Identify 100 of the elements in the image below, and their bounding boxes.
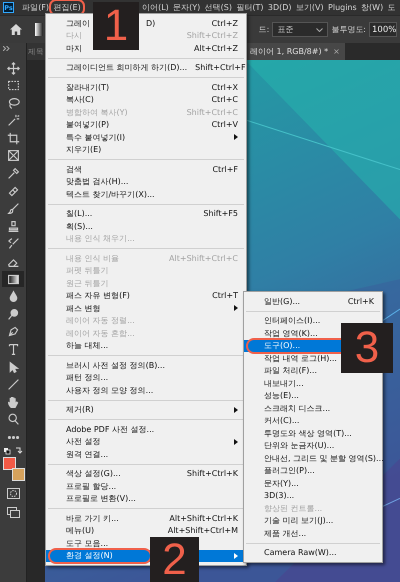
menu-item[interactable]: 내보내기... xyxy=(244,377,306,390)
magic-wand-icon xyxy=(6,114,20,128)
menu-item[interactable]: 3D(3)... xyxy=(244,490,296,502)
frame-icon xyxy=(6,149,20,162)
menu-item[interactable]: 패스 자유 변형(F) Ctrl+T xyxy=(46,290,246,302)
menu-item[interactable]: 패턴 정의... xyxy=(46,372,110,384)
step-number: 2 xyxy=(150,537,199,582)
swap-colors-icon[interactable] xyxy=(3,447,23,456)
menu-item[interactable]: 패스 변형 xyxy=(46,302,246,314)
submenu-arrow-icon xyxy=(234,134,238,140)
menu-item[interactable]: 제품 개선... xyxy=(244,527,308,540)
screen-mode-icon[interactable] xyxy=(6,507,20,518)
step-number: 3 xyxy=(341,323,393,373)
menu-item[interactable]: 붙여넣기(P) Ctrl+V xyxy=(46,118,246,131)
menu-title[interactable]: 이어(L) xyxy=(140,2,171,13)
menu-title[interactable]: 3D(D) xyxy=(266,3,294,12)
lollipop-icon xyxy=(6,308,20,321)
shortcut-text: Ctrl+V xyxy=(210,120,238,130)
type-tool-icon xyxy=(6,343,20,356)
gradient-swatch[interactable] xyxy=(35,23,43,36)
menu-item[interactable]: 문자(Y)... xyxy=(244,477,301,490)
menu-item[interactable]: 안내선, 그리드 및 분할 영역(S)... xyxy=(244,452,386,464)
menu-item[interactable]: 하늘 대체... xyxy=(46,340,110,352)
hand-icon xyxy=(6,396,20,409)
menu-item[interactable]: 작업 내역 로그(H)... xyxy=(244,352,339,364)
cross-arrows-icon xyxy=(6,62,20,74)
menu-item[interactable]: 프로필 할당... xyxy=(46,480,118,492)
collapse-icon[interactable] xyxy=(3,46,10,51)
quick-mask-icon[interactable] xyxy=(6,488,20,500)
opacity-field[interactable]: 100% xyxy=(369,22,397,37)
crop-icon xyxy=(6,132,20,145)
home-icon[interactable] xyxy=(10,24,22,35)
background-color-swatch[interactable] xyxy=(12,468,25,482)
menu-item[interactable]: 파일 처리(F)... xyxy=(244,364,320,377)
dashed-rectangle-icon xyxy=(6,79,20,92)
chevron-down-icon xyxy=(316,28,324,32)
step-number: 1 xyxy=(93,2,139,50)
menu-item[interactable]: 잘라내기(T) Ctrl+X xyxy=(46,81,246,94)
foreground-color-swatch[interactable] xyxy=(3,457,16,470)
menu-item[interactable]: 그레이디언트 희미하게 하기(D)... Shift+Ctrl+F xyxy=(46,62,246,74)
cursor-arrow-icon xyxy=(6,360,20,374)
shortcut-text: Shift+Ctrl+C xyxy=(186,108,238,117)
menu-item[interactable]: 색상 설정(G)... Shift+Ctrl+K xyxy=(46,468,246,480)
menu-item[interactable]: 도구 모음... xyxy=(46,537,110,550)
menu-item[interactable]: 작업 영역(K)... xyxy=(244,327,320,340)
menu-title[interactable]: 창(W) xyxy=(358,2,386,13)
menu-title[interactable]: 필터(T) xyxy=(234,2,266,13)
stamp-icon xyxy=(6,220,20,233)
menu-item[interactable]: 원격 연결... xyxy=(46,448,110,460)
menu-item[interactable]: 사용자 정의 모양 정의... xyxy=(46,384,156,396)
menu-title[interactable]: 문자(Y) xyxy=(170,2,202,13)
menu-title[interactable]: 보기(V) xyxy=(294,2,326,13)
menu-item[interactable]: 바로 가기 키... Alt+Shift+Ctrl+K xyxy=(46,512,246,524)
menu-item[interactable]: 투명도와 색상 영역(T)... xyxy=(244,427,354,440)
menu-item[interactable]: 브러시 사전 설정 정의(B)... xyxy=(46,359,167,372)
menu-title[interactable]: 선택(S) xyxy=(202,2,234,13)
brush-icon xyxy=(6,202,20,216)
menu-item[interactable]: 일반(G)... Ctrl+K xyxy=(244,295,382,308)
menu-item[interactable]: 기술 미리 보기(J)... xyxy=(244,514,336,527)
bandage-icon xyxy=(6,184,20,198)
menu-item[interactable]: 칠(L)... Shift+F5 xyxy=(46,208,246,220)
menu-title[interactable]: 도 xyxy=(385,2,398,13)
menu-title[interactable]: Plugins xyxy=(326,3,359,12)
menu-item[interactable]: 지우기(E) xyxy=(46,144,104,156)
opacity-label: 불투명도: xyxy=(331,24,366,35)
shortcut-text: Alt+Shift+Ctrl+M xyxy=(166,526,238,536)
document-tab[interactable]: 레이어 1, RGB/8#) * × xyxy=(245,43,345,60)
menu-item[interactable]: 단위와 눈금자(U)... xyxy=(244,440,336,452)
gradient-icon xyxy=(6,272,20,286)
menu-item[interactable]: 맞춤법 검사(H)... xyxy=(46,176,130,188)
submenu-arrow-icon xyxy=(234,438,238,445)
tool-button[interactable] xyxy=(2,271,24,288)
menu-item[interactable]: 프로필로 변환(V)... xyxy=(46,492,138,505)
menu-item[interactable]: Camera Raw(W)... xyxy=(244,546,339,559)
menu-item[interactable]: 사전 설정 xyxy=(46,436,246,448)
menu-item[interactable]: 성능(E)... xyxy=(244,390,301,402)
menu-item[interactable]: 특수 붙여넣기(I) xyxy=(46,131,246,144)
close-icon[interactable]: × xyxy=(333,47,340,56)
shortcut-text: Shift+Ctrl+K xyxy=(186,469,238,478)
submenu-arrow-icon xyxy=(234,406,238,413)
menu-item[interactable]: 플러그인(P)... xyxy=(244,464,317,477)
shortcut-text: Ctrl+T xyxy=(211,291,238,300)
shortcut-text: Ctrl+Z xyxy=(210,18,238,28)
mode-dropdown[interactable]: 표준 xyxy=(272,22,328,37)
menu-item[interactable]: 검색 Ctrl+F xyxy=(46,163,246,176)
menu-item[interactable]: 스크래치 디스크... xyxy=(244,402,332,414)
menu-item[interactable]: 텍스트 찾기/바꾸기(X)... xyxy=(46,188,157,200)
menu-item[interactable]: 인터페이스(I)... xyxy=(244,314,322,327)
menu-item[interactable]: 메뉴(U) Alt+Shift+Ctrl+M xyxy=(46,524,246,537)
menu-title[interactable]: 편집(E) xyxy=(51,2,83,13)
shortcut-text: Alt+Ctrl+Z xyxy=(193,44,238,53)
submenu-arrow-icon xyxy=(234,552,238,559)
menu-item[interactable]: 제거(R) xyxy=(46,404,246,416)
menu-title[interactable]: 파일(F) xyxy=(20,2,52,13)
menu-item[interactable]: 커서(C)... xyxy=(244,414,302,427)
zoom-icon xyxy=(6,413,20,426)
menu-item[interactable]: Adobe PDF 사전 설정... xyxy=(46,423,156,436)
menu-item[interactable]: 복사(C) Ctrl+C xyxy=(46,94,246,106)
menu-item[interactable]: 획(S)... xyxy=(46,220,95,232)
shortcut-text: Ctrl+F xyxy=(211,164,238,174)
